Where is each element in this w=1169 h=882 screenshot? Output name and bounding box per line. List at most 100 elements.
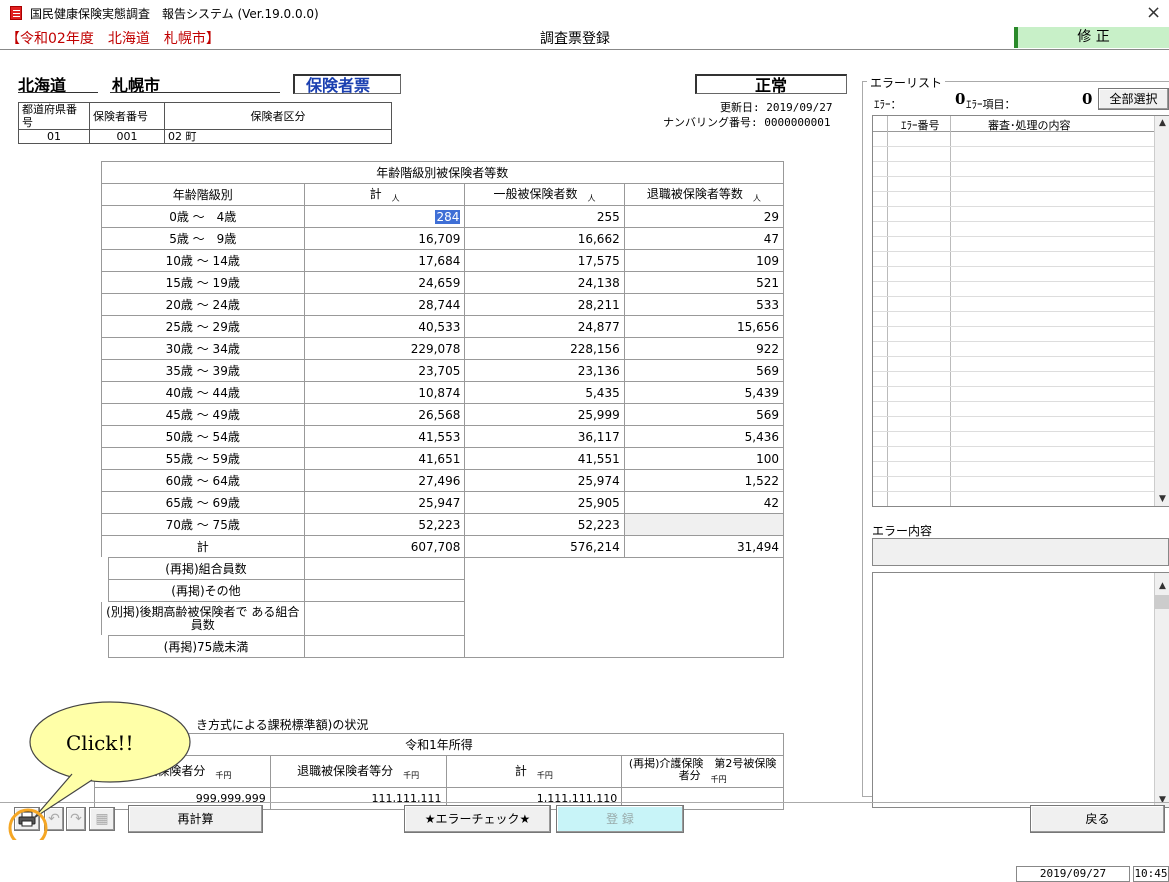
general-cell[interactable]: 25,905 xyxy=(464,491,625,514)
sum-general[interactable]: 576,214 xyxy=(464,535,625,558)
error-check-button[interactable]: ★エラーチェック★ xyxy=(404,805,551,833)
sum-total[interactable]: 607,708 xyxy=(303,535,466,558)
income-col-total: 計千円 xyxy=(445,755,623,788)
age-label: 15歳 ～ 19歳 xyxy=(100,271,305,294)
title-bar: 国民健康保険実態調査 報告システム (Ver.19.0.0.0) × xyxy=(0,0,1169,26)
age-label: 40歳 ～ 44歳 xyxy=(100,381,305,404)
extra-input[interactable] xyxy=(303,579,466,602)
income-col-care: (再掲)介護保険 第2号被保険者分 千円 xyxy=(621,755,784,788)
retired-cell[interactable]: 109 xyxy=(623,249,785,272)
general-cell[interactable]: 25,974 xyxy=(464,469,625,492)
age-label: 30歳 ～ 34歳 xyxy=(100,337,305,360)
numbering: ナンバリング番号: 0000000001 xyxy=(663,116,831,129)
extra-label: (別掲)後期高齢被保険者で ある組合員数 xyxy=(100,601,305,636)
error-list-body xyxy=(873,132,1154,506)
total-cell[interactable]: 41,651 xyxy=(303,447,466,470)
scroll-thumb[interactable] xyxy=(1155,595,1169,609)
code-header-pref: 都道府県番号 xyxy=(18,102,90,130)
total-cell[interactable]: 28,744 xyxy=(303,293,466,316)
age-table-title: 年齢階級別被保険者等数 xyxy=(100,161,784,184)
retired-cell[interactable]: 29 xyxy=(623,205,785,228)
unit-label: 人 xyxy=(391,194,400,203)
income-section-title: き方式による課税標準額)の状況 xyxy=(196,718,369,732)
sum-retired[interactable]: 31,494 xyxy=(623,535,785,558)
sheet-kind: 保険者票 xyxy=(306,76,371,95)
retired-cell[interactable]: 569 xyxy=(623,403,785,426)
general-cell[interactable]: 28,211 xyxy=(464,293,625,316)
total-cell[interactable]: 229,078 xyxy=(303,337,466,360)
scroll-up-icon[interactable]: ▲ xyxy=(1155,118,1169,128)
error-list-row-line xyxy=(873,431,1154,432)
general-cell[interactable]: 5,435 xyxy=(464,381,625,404)
scroll-up-icon[interactable]: ▲ xyxy=(1155,581,1169,591)
total-cell[interactable]: 26,568 xyxy=(303,403,466,426)
total-cell[interactable]: 27,496 xyxy=(303,469,466,492)
general-cell[interactable]: 17,575 xyxy=(464,249,625,272)
total-cell[interactable]: 23,705 xyxy=(303,359,466,382)
total-cell[interactable]: 41,553 xyxy=(303,425,466,448)
general-cell[interactable]: 25,999 xyxy=(464,403,625,426)
retired-cell[interactable]: 5,439 xyxy=(623,381,785,404)
general-cell[interactable]: 255 xyxy=(464,205,625,228)
general-cell[interactable]: 228,156 xyxy=(464,337,625,360)
retired-cell[interactable]: 42 xyxy=(623,491,785,514)
age-label: 65歳 ～ 69歳 xyxy=(100,491,305,514)
general-cell[interactable]: 24,138 xyxy=(464,271,625,294)
error-list-row-line xyxy=(873,146,1154,147)
total-cell[interactable]: 16,709 xyxy=(303,227,466,250)
general-cell[interactable]: 16,662 xyxy=(464,227,625,250)
city-underline xyxy=(110,92,280,93)
table-row: 65歳 ～ 69歳 25,947 25,905 42 xyxy=(100,491,785,514)
total-cell[interactable]: 10,874 xyxy=(303,381,466,404)
age-label: 60歳 ～ 64歳 xyxy=(100,469,305,492)
retired-cell[interactable]: 922 xyxy=(623,337,785,360)
extra-input[interactable] xyxy=(303,557,466,580)
total-cell[interactable]: 284 xyxy=(303,205,466,228)
table-row: 45歳 ～ 49歳 26,568 25,999 569 xyxy=(100,403,785,426)
retired-cell[interactable]: 47 xyxy=(623,227,785,250)
general-cell[interactable]: 23,136 xyxy=(464,359,625,382)
error-list-row-line xyxy=(873,251,1154,252)
general-cell[interactable]: 41,551 xyxy=(464,447,625,470)
retired-cell[interactable]: 5,436 xyxy=(623,425,785,448)
col-retired-label: 退職被保険者等数 xyxy=(646,187,743,201)
retired-cell[interactable]: 1,522 xyxy=(623,469,785,492)
general-cell[interactable]: 36,117 xyxy=(464,425,625,448)
extra-input[interactable] xyxy=(303,601,466,636)
retired-cell[interactable]: 100 xyxy=(623,447,785,470)
unit-label: 人 xyxy=(752,194,761,203)
retired-cell[interactable]: 521 xyxy=(623,271,785,294)
age-label: 55歳 ～ 59歳 xyxy=(100,447,305,470)
unit-label: 千円 xyxy=(215,771,232,780)
error-list-row-line xyxy=(873,386,1154,387)
retired-cell[interactable]: 15,656 xyxy=(623,315,785,338)
select-all-button[interactable]: 全部選択 xyxy=(1098,88,1169,110)
general-cell[interactable]: 52,223 xyxy=(464,513,625,536)
retired-cell[interactable]: 569 xyxy=(623,359,785,382)
total-cell[interactable]: 52,223 xyxy=(303,513,466,536)
error-list-row-line xyxy=(873,176,1154,177)
scroll-down-icon[interactable]: ▼ xyxy=(1155,494,1169,504)
total-cell[interactable]: 40,533 xyxy=(303,315,466,338)
retired-cell[interactable] xyxy=(623,513,785,536)
general-cell[interactable]: 24,877 xyxy=(464,315,625,338)
error-list[interactable]: ｴﾗｰ番号 審査･処理の内容 ▲ ▼ xyxy=(872,115,1169,507)
retired-cell[interactable]: 533 xyxy=(623,293,785,316)
total-cell[interactable]: 17,684 xyxy=(303,249,466,272)
register-button[interactable]: 登 録 xyxy=(556,805,684,833)
col-general-label: 一般被保険者数 xyxy=(493,187,578,201)
back-button[interactable]: 戻る xyxy=(1030,805,1165,833)
code-header-class: 保険者区分 xyxy=(164,102,392,130)
error-text-scrollbar[interactable]: ▲ ▼ xyxy=(1154,573,1169,807)
close-icon[interactable]: × xyxy=(1146,2,1161,23)
scroll-down-icon[interactable]: ▼ xyxy=(1155,795,1169,805)
error-list-header: ｴﾗｰ番号 審査･処理の内容 xyxy=(873,116,1154,132)
error-detail-text[interactable]: ▲ ▼ xyxy=(872,572,1169,808)
total-cell[interactable]: 24,659 xyxy=(303,271,466,294)
error-list-scrollbar[interactable]: ▲ ▼ xyxy=(1154,116,1169,506)
error-detail-title: エラー内容 xyxy=(872,524,933,538)
error-list-row-line xyxy=(873,266,1154,267)
status-time: 10:45 xyxy=(1133,866,1169,882)
extra-input[interactable] xyxy=(303,635,466,658)
total-cell[interactable]: 25,947 xyxy=(303,491,466,514)
